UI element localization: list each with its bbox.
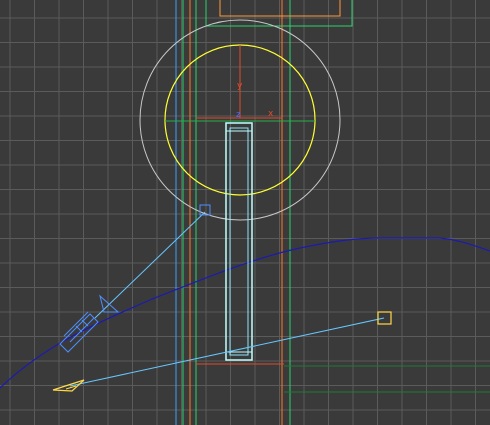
gizmo-y-label: y: [237, 81, 243, 91]
3d-viewport[interactable]: y x z: [0, 0, 490, 425]
gizmo-x-label: x: [268, 109, 274, 119]
gizmo-z-label: z: [236, 110, 241, 120]
